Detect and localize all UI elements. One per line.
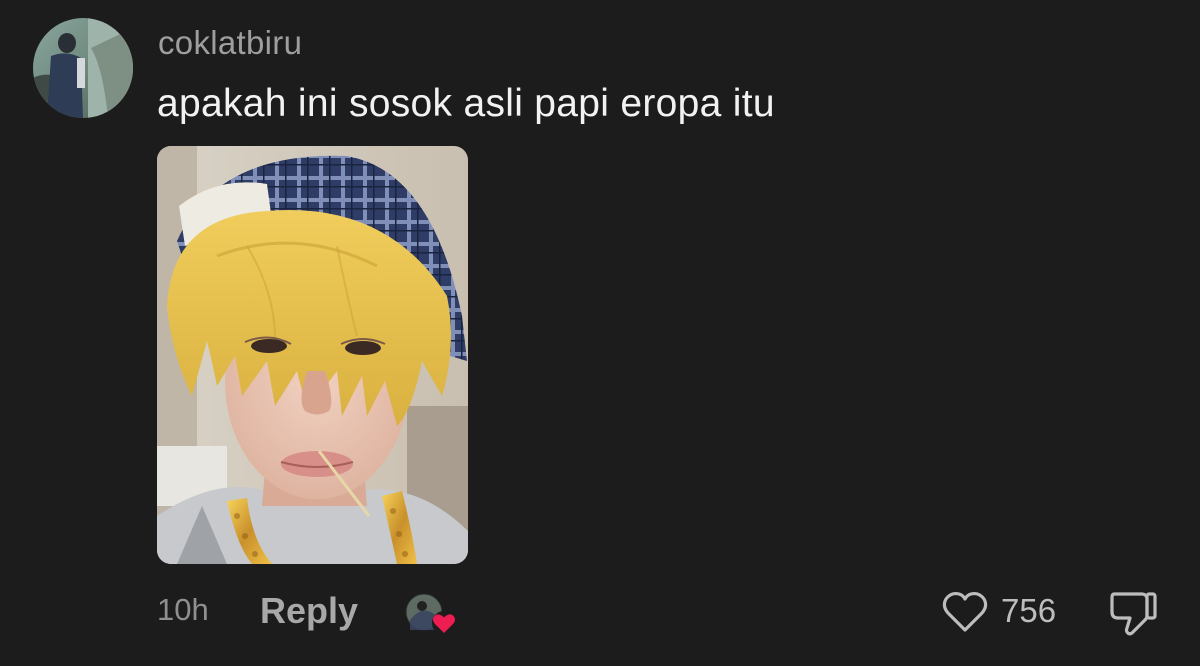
creator-avatar-heart-icon: [405, 593, 456, 635]
comment-text: apakah ini sosok asli papi eropa itu: [157, 82, 775, 125]
dislike-button[interactable]: [1106, 586, 1160, 638]
user-avatar[interactable]: [33, 18, 133, 118]
comment-attached-photo[interactable]: [157, 146, 468, 564]
username[interactable]: coklatbiru: [158, 24, 302, 62]
reply-button[interactable]: Reply: [260, 590, 358, 632]
comment-item: coklatbiru apakah ini sosok asli papi er…: [0, 0, 1200, 666]
heart-outline-icon: [942, 591, 988, 632]
comment-timestamp: 10h: [157, 592, 209, 627]
like-count: 756: [1001, 592, 1057, 629]
creator-liked-badge: [404, 590, 460, 638]
thumbs-down-icon: [1110, 592, 1157, 636]
like-button[interactable]: [940, 588, 990, 636]
